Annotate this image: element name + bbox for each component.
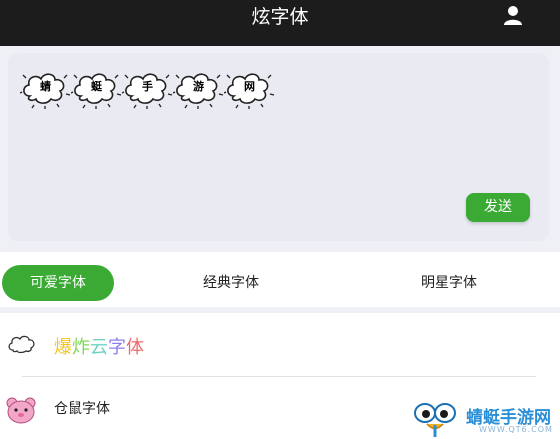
- preview-char: 手: [122, 66, 173, 110]
- send-button[interactable]: 发送: [466, 193, 530, 222]
- list-divider: [22, 376, 536, 377]
- preview-char-text: 游: [193, 80, 204, 93]
- hamster-icon: [6, 396, 36, 424]
- tab-classic-fonts[interactable]: 经典字体: [175, 265, 287, 301]
- site-watermark: 蜻蜓手游网 WWW.QT6.COM: [413, 399, 560, 439]
- preview-char: 网: [224, 66, 275, 110]
- font-name: 爆炸云字体: [54, 333, 144, 359]
- preview-char: 蜻: [20, 66, 71, 110]
- preview-char: 蜓: [71, 66, 122, 110]
- cloud-icon: [6, 331, 36, 357]
- preview-char-text: 蜓: [91, 80, 102, 93]
- app-header: 炫字体: [0, 0, 560, 46]
- font-name-char: 爆: [54, 337, 72, 358]
- dragonfly-logo-icon: [414, 403, 456, 437]
- font-category-tabs: 可爱字体 经典字体 明星字体: [0, 258, 560, 307]
- preview-char-text: 蜻: [40, 80, 51, 93]
- font-name-char: 体: [126, 337, 144, 358]
- list-item-explosion-cloud-font[interactable]: 爆炸云字体: [0, 313, 560, 373]
- font-preview: 蜻 蜓 手 游 网: [20, 66, 275, 110]
- user-icon[interactable]: [502, 4, 524, 26]
- preview-char-text: 手: [142, 80, 153, 93]
- font-name-char: 云: [90, 337, 108, 358]
- font-name: 仓鼠字体: [54, 401, 110, 417]
- tab-cute-fonts[interactable]: 可爱字体: [2, 265, 114, 301]
- watermark-url: WWW.QT6.COM: [479, 425, 553, 434]
- tab-star-fonts[interactable]: 明星字体: [393, 265, 505, 301]
- font-name-char: 炸: [72, 337, 90, 358]
- font-name-char: 字: [108, 337, 126, 358]
- preview-char: 游: [173, 66, 224, 110]
- page-title: 炫字体: [251, 6, 309, 28]
- preview-char-text: 网: [244, 80, 255, 93]
